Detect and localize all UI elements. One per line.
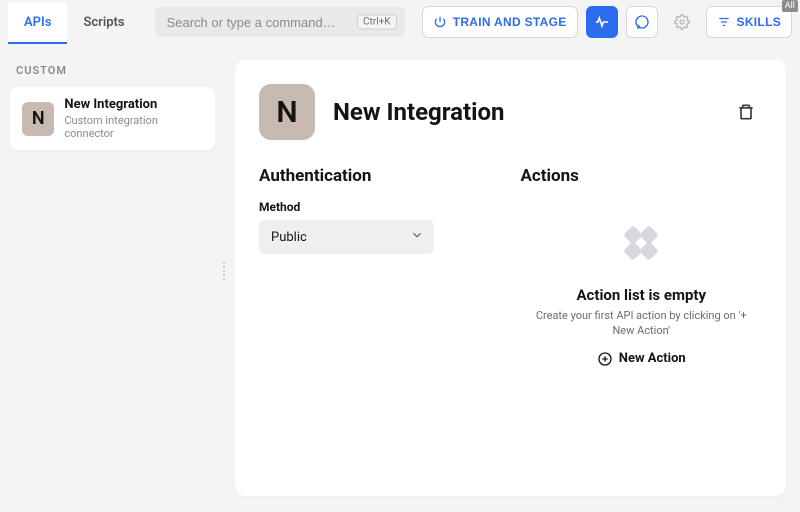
search-wrap: Ctrl+K	[155, 7, 405, 37]
train-and-stage-label: TRAIN AND STAGE	[453, 15, 567, 29]
sidebar-item-text: New Integration Custom integration conne…	[64, 97, 203, 140]
empty-subtitle: Create your first API action by clicking…	[527, 308, 757, 339]
sidebar-section-custom: CUSTOM	[16, 64, 209, 77]
sidebar: CUSTOM N New Integration Custom integrat…	[0, 44, 225, 512]
sidebar-item-title: New Integration	[64, 97, 203, 112]
main: N New Integration Authentication Method …	[225, 44, 800, 512]
sidebar-item-new-integration[interactable]: N New Integration Custom integration con…	[10, 87, 215, 150]
method-value: Public	[271, 230, 307, 245]
trash-icon	[736, 102, 756, 122]
delete-button[interactable]	[730, 96, 762, 128]
filter-icon	[717, 15, 731, 29]
avatar: N	[22, 102, 54, 136]
pulse-icon	[594, 14, 610, 30]
search-shortcut: Ctrl+K	[357, 15, 397, 30]
analytics-button[interactable]	[586, 6, 618, 38]
power-icon	[433, 15, 447, 29]
gear-icon	[674, 14, 690, 30]
badge-all: All	[782, 0, 798, 12]
page-title: New Integration	[333, 98, 504, 126]
panel-columns: Authentication Method Public Actions	[259, 166, 762, 367]
chat-icon	[634, 14, 650, 30]
empty-title: Action list is empty	[576, 286, 706, 304]
app-root: All APIs Scripts Ctrl+K TRAIN AND STAGE	[0, 0, 800, 512]
body: CUSTOM N New Integration Custom integrat…	[0, 44, 800, 512]
skills-button[interactable]: SKILLS	[706, 6, 792, 38]
chat-button[interactable]	[626, 6, 658, 38]
skills-label: SKILLS	[737, 15, 781, 29]
new-action-label: New Action	[619, 351, 686, 366]
tab-apis[interactable]: APIs	[8, 3, 67, 44]
top-actions: TRAIN AND STAGE SKILLS	[422, 6, 792, 38]
method-label: Method	[259, 200, 501, 214]
settings-button[interactable]	[666, 6, 698, 38]
plus-circle-icon	[597, 351, 613, 367]
topbar: All APIs Scripts Ctrl+K TRAIN AND STAGE	[0, 0, 800, 44]
method-select[interactable]: Public	[259, 220, 434, 254]
top-tabs: APIs Scripts	[8, 0, 141, 44]
actions-column: Actions Action	[521, 166, 763, 367]
tab-scripts[interactable]: Scripts	[67, 3, 140, 44]
panel-header: N New Integration	[259, 84, 762, 140]
actions-empty-state: Action list is empty Create your first A…	[521, 200, 763, 367]
sidebar-item-subtitle: Custom integration connector	[64, 114, 203, 140]
actions-heading: Actions	[521, 166, 763, 186]
new-action-button[interactable]: New Action	[597, 351, 686, 367]
avatar: N	[259, 84, 315, 140]
chevron-down-icon	[410, 228, 424, 246]
authentication-heading: Authentication	[259, 166, 501, 186]
integration-panel: N New Integration Authentication Method …	[235, 60, 786, 496]
train-and-stage-button[interactable]: TRAIN AND STAGE	[422, 6, 578, 38]
puzzle-icon	[606, 208, 676, 278]
authentication-column: Authentication Method Public	[259, 166, 501, 367]
